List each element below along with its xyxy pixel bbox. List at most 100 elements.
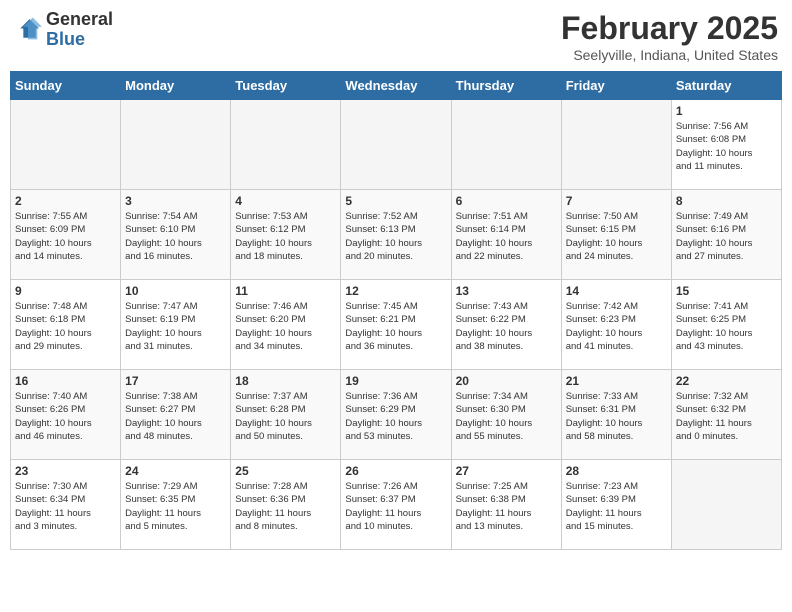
day-number: 11 [235,284,336,298]
calendar-cell [231,100,341,190]
day-number: 27 [456,464,557,478]
calendar-week-0: 1 Sunrise: 7:56 AM Sunset: 6:08 PM Daylig… [11,100,782,190]
day-info: Sunrise: 7:36 AM Sunset: 6:29 PM Dayligh… [345,390,446,443]
day-info: Sunrise: 7:43 AM Sunset: 6:22 PM Dayligh… [456,300,557,353]
calendar-cell: 17 Sunrise: 7:38 AM Sunset: 6:27 PM Dayli… [121,370,231,460]
day-number: 14 [566,284,667,298]
calendar-location: Seelyville, Indiana, United States [561,47,778,63]
day-number: 23 [15,464,116,478]
calendar-cell [11,100,121,190]
day-info: Sunrise: 7:29 AM Sunset: 6:35 PM Dayligh… [125,480,226,533]
calendar-table: SundayMondayTuesdayWednesdayThursdayFrid… [10,71,782,550]
day-info: Sunrise: 7:38 AM Sunset: 6:27 PM Dayligh… [125,390,226,443]
calendar-cell: 27 Sunrise: 7:25 AM Sunset: 6:38 PM Dayli… [451,460,561,550]
calendar-cell: 12 Sunrise: 7:45 AM Sunset: 6:21 PM Dayli… [341,280,451,370]
day-info: Sunrise: 7:25 AM Sunset: 6:38 PM Dayligh… [456,480,557,533]
day-number: 24 [125,464,226,478]
calendar-header-row: SundayMondayTuesdayWednesdayThursdayFrid… [11,72,782,100]
calendar-week-3: 16 Sunrise: 7:40 AM Sunset: 6:26 PM Dayli… [11,370,782,460]
calendar-cell [561,100,671,190]
logo: General Blue [14,10,113,50]
day-number: 7 [566,194,667,208]
day-number: 12 [345,284,446,298]
calendar-cell: 19Sunrise: 7:36 AM Sunset: 6:29 PM Dayli… [341,370,451,460]
day-header-saturday: Saturday [671,72,781,100]
calendar-cell: 6Sunrise: 7:51 AM Sunset: 6:14 PM Daylig… [451,190,561,280]
day-number: 10 [125,284,226,298]
day-info: Sunrise: 7:46 AM Sunset: 6:20 PM Dayligh… [235,300,336,353]
day-number: 13 [456,284,557,298]
calendar-title: February 2025 [561,10,778,47]
day-number: 28 [566,464,667,478]
calendar-cell: 8 Sunrise: 7:49 AM Sunset: 6:16 PM Daylig… [671,190,781,280]
day-number: 5 [345,194,446,208]
calendar-cell: 7 Sunrise: 7:50 AM Sunset: 6:15 PM Daylig… [561,190,671,280]
calendar-cell: 14 Sunrise: 7:42 AM Sunset: 6:23 PM Dayli… [561,280,671,370]
calendar-cell: 10 Sunrise: 7:47 AM Sunset: 6:19 PM Dayli… [121,280,231,370]
calendar-cell: 13 Sunrise: 7:43 AM Sunset: 6:22 PM Dayli… [451,280,561,370]
calendar-cell: 5Sunrise: 7:52 AM Sunset: 6:13 PM Daylig… [341,190,451,280]
day-info: Sunrise: 7:37 AM Sunset: 6:28 PM Dayligh… [235,390,336,443]
day-info: Sunrise: 7:26 AM Sunset: 6:37 PM Dayligh… [345,480,446,533]
day-number: 9 [15,284,116,298]
day-number: 2 [15,194,116,208]
logo-text: General Blue [46,10,113,50]
day-header-wednesday: Wednesday [341,72,451,100]
calendar-week-1: 2 Sunrise: 7:55 AM Sunset: 6:09 PM Daylig… [11,190,782,280]
calendar-cell: 15 Sunrise: 7:41 AM Sunset: 6:25 PM Dayli… [671,280,781,370]
day-info: Sunrise: 7:48 AM Sunset: 6:18 PM Dayligh… [15,300,116,353]
day-info: Sunrise: 7:33 AM Sunset: 6:31 PM Dayligh… [566,390,667,443]
day-info: Sunrise: 7:34 AM Sunset: 6:30 PM Dayligh… [456,390,557,443]
calendar-cell: 11 Sunrise: 7:46 AM Sunset: 6:20 PM Dayli… [231,280,341,370]
day-info: Sunrise: 7:49 AM Sunset: 6:16 PM Dayligh… [676,210,777,263]
day-info: Sunrise: 7:41 AM Sunset: 6:25 PM Dayligh… [676,300,777,353]
calendar-cell: 26 Sunrise: 7:26 AM Sunset: 6:37 PM Dayli… [341,460,451,550]
day-info: Sunrise: 7:32 AM Sunset: 6:32 PM Dayligh… [676,390,777,443]
day-info: Sunrise: 7:50 AM Sunset: 6:15 PM Dayligh… [566,210,667,263]
day-info: Sunrise: 7:53 AM Sunset: 6:12 PM Dayligh… [235,210,336,263]
calendar-cell: 3 Sunrise: 7:54 AM Sunset: 6:10 PM Daylig… [121,190,231,280]
calendar-cell [341,100,451,190]
day-header-monday: Monday [121,72,231,100]
calendar-cell: 23 Sunrise: 7:30 AM Sunset: 6:34 PM Dayli… [11,460,121,550]
day-number: 1 [676,104,777,118]
day-number: 4 [235,194,336,208]
calendar-cell: 21 Sunrise: 7:33 AM Sunset: 6:31 PM Dayli… [561,370,671,460]
calendar-cell: 16 Sunrise: 7:40 AM Sunset: 6:26 PM Dayli… [11,370,121,460]
day-info: Sunrise: 7:30 AM Sunset: 6:34 PM Dayligh… [15,480,116,533]
calendar-cell [451,100,561,190]
day-info: Sunrise: 7:47 AM Sunset: 6:19 PM Dayligh… [125,300,226,353]
logo-icon [14,16,42,44]
day-info: Sunrise: 7:23 AM Sunset: 6:39 PM Dayligh… [566,480,667,533]
calendar-cell: 2 Sunrise: 7:55 AM Sunset: 6:09 PM Daylig… [11,190,121,280]
day-number: 26 [345,464,446,478]
day-number: 15 [676,284,777,298]
calendar-cell [121,100,231,190]
calendar-cell: 9 Sunrise: 7:48 AM Sunset: 6:18 PM Daylig… [11,280,121,370]
calendar-week-4: 23 Sunrise: 7:30 AM Sunset: 6:34 PM Dayli… [11,460,782,550]
day-info: Sunrise: 7:28 AM Sunset: 6:36 PM Dayligh… [235,480,336,533]
day-info: Sunrise: 7:40 AM Sunset: 6:26 PM Dayligh… [15,390,116,443]
day-info: Sunrise: 7:42 AM Sunset: 6:23 PM Dayligh… [566,300,667,353]
day-number: 8 [676,194,777,208]
day-info: Sunrise: 7:45 AM Sunset: 6:21 PM Dayligh… [345,300,446,353]
day-number: 20 [456,374,557,388]
page-header: General Blue February 2025 Seelyville, I… [10,10,782,63]
calendar-cell: 22 Sunrise: 7:32 AM Sunset: 6:32 PM Dayli… [671,370,781,460]
day-number: 22 [676,374,777,388]
day-header-tuesday: Tuesday [231,72,341,100]
calendar-week-2: 9 Sunrise: 7:48 AM Sunset: 6:18 PM Daylig… [11,280,782,370]
day-info: Sunrise: 7:56 AM Sunset: 6:08 PM Dayligh… [676,120,777,173]
day-header-friday: Friday [561,72,671,100]
day-info: Sunrise: 7:54 AM Sunset: 6:10 PM Dayligh… [125,210,226,263]
day-number: 17 [125,374,226,388]
day-number: 16 [15,374,116,388]
day-number: 21 [566,374,667,388]
calendar-cell: 18Sunrise: 7:37 AM Sunset: 6:28 PM Dayli… [231,370,341,460]
day-info: Sunrise: 7:55 AM Sunset: 6:09 PM Dayligh… [15,210,116,263]
calendar-cell: 24 Sunrise: 7:29 AM Sunset: 6:35 PM Dayli… [121,460,231,550]
calendar-cell: 28 Sunrise: 7:23 AM Sunset: 6:39 PM Dayli… [561,460,671,550]
day-number: 3 [125,194,226,208]
day-number: 25 [235,464,336,478]
day-number: 6 [456,194,557,208]
